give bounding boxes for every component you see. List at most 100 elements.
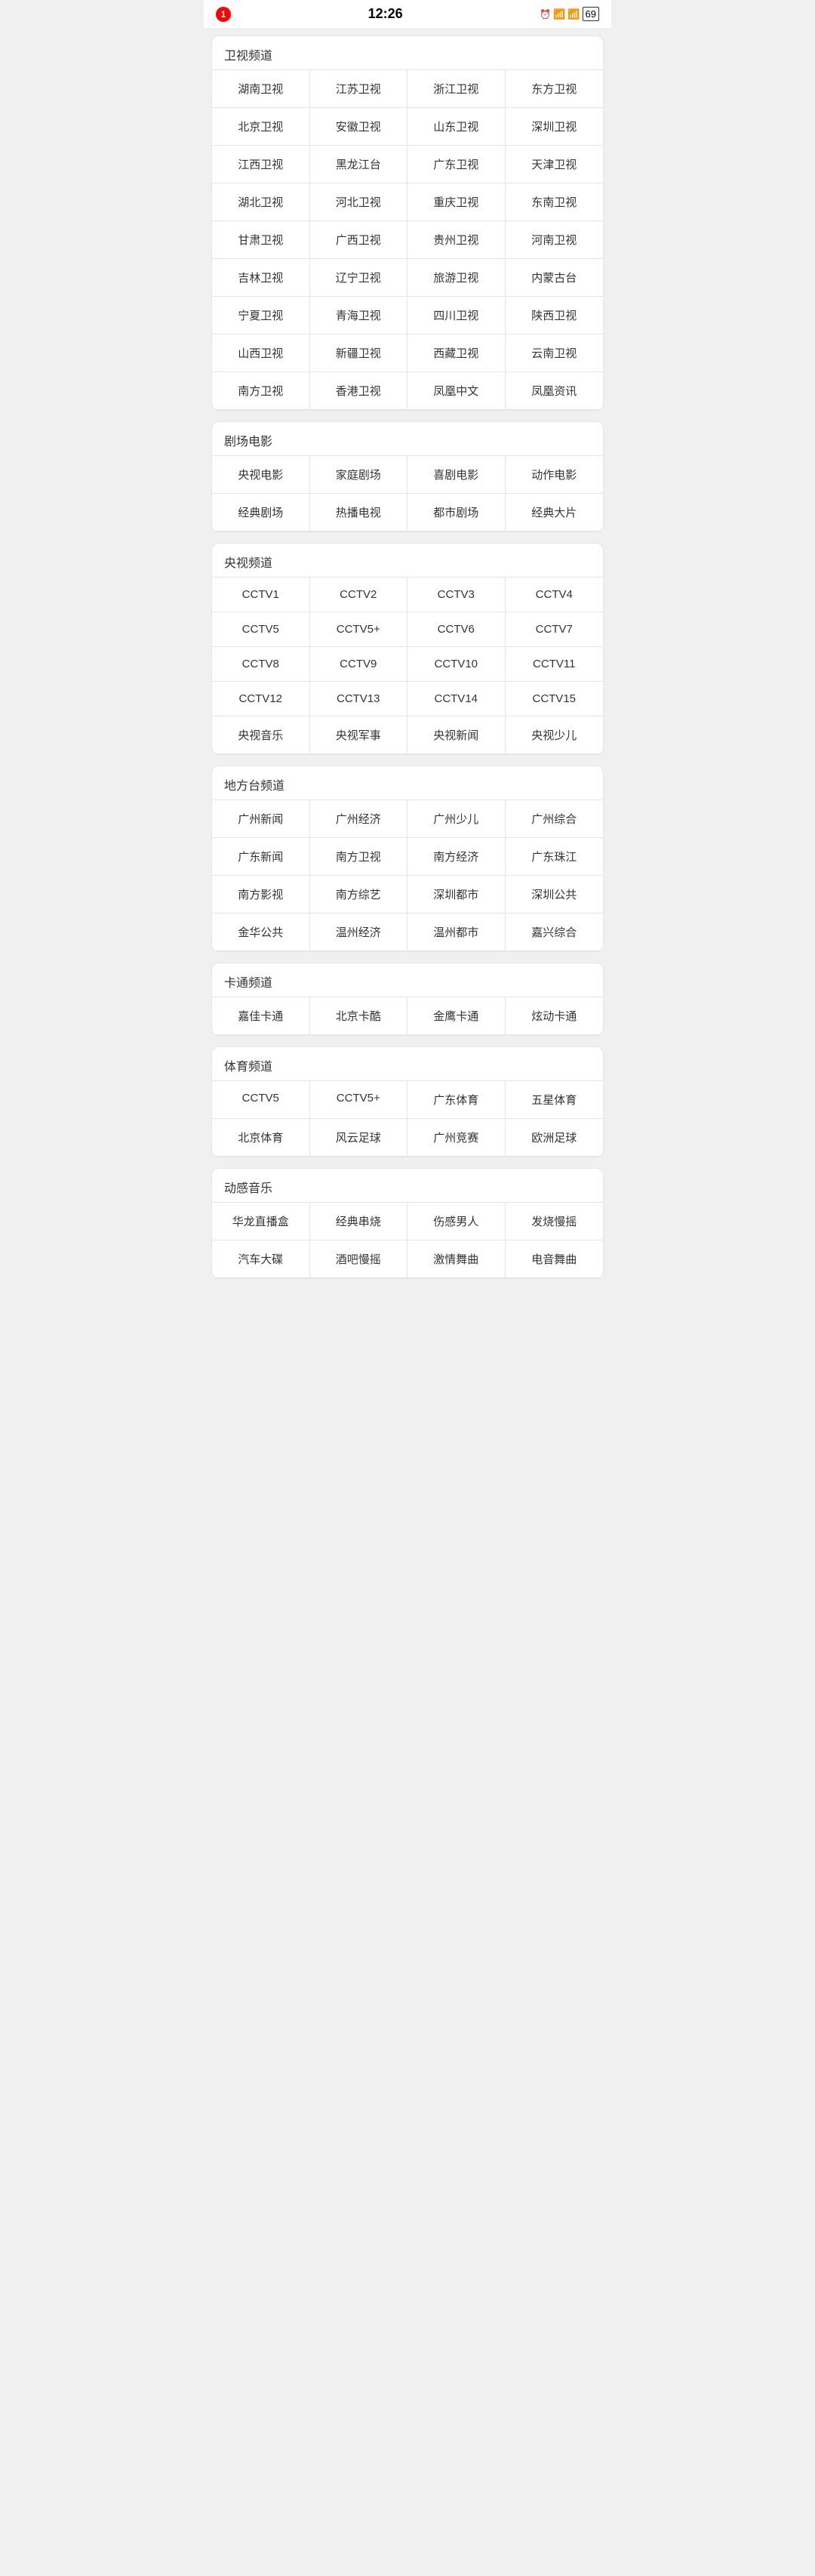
channel-item[interactable]: 家庭剧场: [310, 456, 408, 494]
channel-item[interactable]: 广东卫视: [408, 146, 506, 183]
channel-item[interactable]: CCTV11: [506, 647, 604, 682]
channel-item[interactable]: 都市剧场: [408, 494, 506, 532]
channel-item[interactable]: 央视电影: [212, 456, 310, 494]
channel-item[interactable]: 江西卫视: [212, 146, 310, 183]
channel-item[interactable]: CCTV12: [212, 682, 310, 716]
channel-item[interactable]: 陕西卫视: [506, 297, 604, 334]
channel-item[interactable]: 广州综合: [506, 800, 604, 838]
channel-item[interactable]: 南方影视: [212, 876, 310, 914]
channel-item[interactable]: CCTV9: [310, 647, 408, 682]
channel-item[interactable]: 伤感男人: [408, 1203, 506, 1240]
channel-item[interactable]: 甘肃卫视: [212, 221, 310, 259]
channel-item[interactable]: 发烧慢摇: [506, 1203, 604, 1240]
channel-item[interactable]: 广州新闻: [212, 800, 310, 838]
channel-item[interactable]: 酒吧慢摇: [310, 1240, 408, 1278]
channel-item[interactable]: 重庆卫视: [408, 183, 506, 221]
channel-item[interactable]: 吉林卫视: [212, 259, 310, 297]
channel-item[interactable]: 南方卫视: [310, 838, 408, 876]
channel-item[interactable]: 香港卫视: [310, 372, 408, 410]
channel-item[interactable]: 云南卫视: [506, 334, 604, 372]
channel-item[interactable]: 北京体育: [212, 1119, 310, 1157]
channel-item[interactable]: 央视音乐: [212, 716, 310, 754]
channel-item[interactable]: 旅游卫视: [408, 259, 506, 297]
channel-item[interactable]: 央视新闻: [408, 716, 506, 754]
channel-item[interactable]: 经典剧场: [212, 494, 310, 532]
channel-item[interactable]: 金华公共: [212, 914, 310, 951]
channel-item[interactable]: 天津卫视: [506, 146, 604, 183]
channel-item[interactable]: 嘉佳卡通: [212, 997, 310, 1035]
channel-item[interactable]: CCTV10: [408, 647, 506, 682]
channel-item[interactable]: 华龙直播盒: [212, 1203, 310, 1240]
channel-item[interactable]: CCTV5: [212, 612, 310, 647]
channel-item[interactable]: 浙江卫视: [408, 70, 506, 108]
channel-item[interactable]: CCTV14: [408, 682, 506, 716]
channel-item[interactable]: 广州竞赛: [408, 1119, 506, 1157]
channel-item[interactable]: 广东珠江: [506, 838, 604, 876]
channel-item[interactable]: 激情舞曲: [408, 1240, 506, 1278]
channel-item[interactable]: 南方经济: [408, 838, 506, 876]
channel-item[interactable]: 深圳卫视: [506, 108, 604, 146]
channel-item[interactable]: CCTV5: [212, 1081, 310, 1119]
channel-item[interactable]: 凤凰中文: [408, 372, 506, 410]
channel-item[interactable]: 经典串烧: [310, 1203, 408, 1240]
channel-item[interactable]: 温州都市: [408, 914, 506, 951]
channel-item[interactable]: 动作电影: [506, 456, 604, 494]
channel-item[interactable]: 广州少儿: [408, 800, 506, 838]
channel-item[interactable]: 凤凰资讯: [506, 372, 604, 410]
channel-item[interactable]: CCTV2: [310, 578, 408, 612]
channel-item[interactable]: 北京卫视: [212, 108, 310, 146]
channel-item[interactable]: 南方综艺: [310, 876, 408, 914]
channel-item[interactable]: 青海卫视: [310, 297, 408, 334]
channel-item[interactable]: CCTV15: [506, 682, 604, 716]
channel-item[interactable]: 喜剧电影: [408, 456, 506, 494]
channel-item[interactable]: CCTV8: [212, 647, 310, 682]
channel-item[interactable]: 热播电视: [310, 494, 408, 532]
channel-item[interactable]: 深圳都市: [408, 876, 506, 914]
channel-item[interactable]: 宁夏卫视: [212, 297, 310, 334]
channel-item[interactable]: 广东新闻: [212, 838, 310, 876]
channel-item[interactable]: 北京卡酷: [310, 997, 408, 1035]
channel-item[interactable]: 南方卫视: [212, 372, 310, 410]
channel-item[interactable]: 温州经济: [310, 914, 408, 951]
channel-item[interactable]: CCTV13: [310, 682, 408, 716]
channel-item[interactable]: 东南卫视: [506, 183, 604, 221]
channel-item[interactable]: CCTV5+: [310, 612, 408, 647]
channel-item[interactable]: 风云足球: [310, 1119, 408, 1157]
channel-item[interactable]: CCTV3: [408, 578, 506, 612]
channel-item[interactable]: 广西卫视: [310, 221, 408, 259]
channel-item[interactable]: 河南卫视: [506, 221, 604, 259]
channel-item[interactable]: 金鹰卡通: [408, 997, 506, 1035]
channel-item[interactable]: 山西卫视: [212, 334, 310, 372]
channel-item[interactable]: 电音舞曲: [506, 1240, 604, 1278]
channel-item[interactable]: 东方卫视: [506, 70, 604, 108]
channel-item[interactable]: 西藏卫视: [408, 334, 506, 372]
channel-item[interactable]: 湖北卫视: [212, 183, 310, 221]
channel-item[interactable]: 广东体育: [408, 1081, 506, 1119]
channel-item[interactable]: 四川卫视: [408, 297, 506, 334]
channel-item[interactable]: 央视军事: [310, 716, 408, 754]
channel-item[interactable]: CCTV1: [212, 578, 310, 612]
channel-item[interactable]: 嘉兴综合: [506, 914, 604, 951]
channel-item[interactable]: 辽宁卫视: [310, 259, 408, 297]
channel-item[interactable]: 五星体育: [506, 1081, 604, 1119]
channel-item[interactable]: 经典大片: [506, 494, 604, 532]
channel-item[interactable]: 深圳公共: [506, 876, 604, 914]
channel-item[interactable]: 新疆卫视: [310, 334, 408, 372]
channel-item[interactable]: 黑龙江台: [310, 146, 408, 183]
channel-item[interactable]: 河北卫视: [310, 183, 408, 221]
channel-item[interactable]: 央视少儿: [506, 716, 604, 754]
channel-item[interactable]: CCTV7: [506, 612, 604, 647]
channel-item[interactable]: 山东卫视: [408, 108, 506, 146]
channel-item[interactable]: 汽车大碟: [212, 1240, 310, 1278]
channel-item[interactable]: CCTV5+: [310, 1081, 408, 1119]
channel-item[interactable]: 安徽卫视: [310, 108, 408, 146]
channel-item[interactable]: 欧洲足球: [506, 1119, 604, 1157]
channel-item[interactable]: 贵州卫视: [408, 221, 506, 259]
channel-item[interactable]: CCTV6: [408, 612, 506, 647]
channel-item[interactable]: 炫动卡通: [506, 997, 604, 1035]
channel-item[interactable]: 湖南卫视: [212, 70, 310, 108]
channel-item[interactable]: 内蒙古台: [506, 259, 604, 297]
channel-item[interactable]: CCTV4: [506, 578, 604, 612]
channel-item[interactable]: 广州经济: [310, 800, 408, 838]
channel-item[interactable]: 江苏卫视: [310, 70, 408, 108]
